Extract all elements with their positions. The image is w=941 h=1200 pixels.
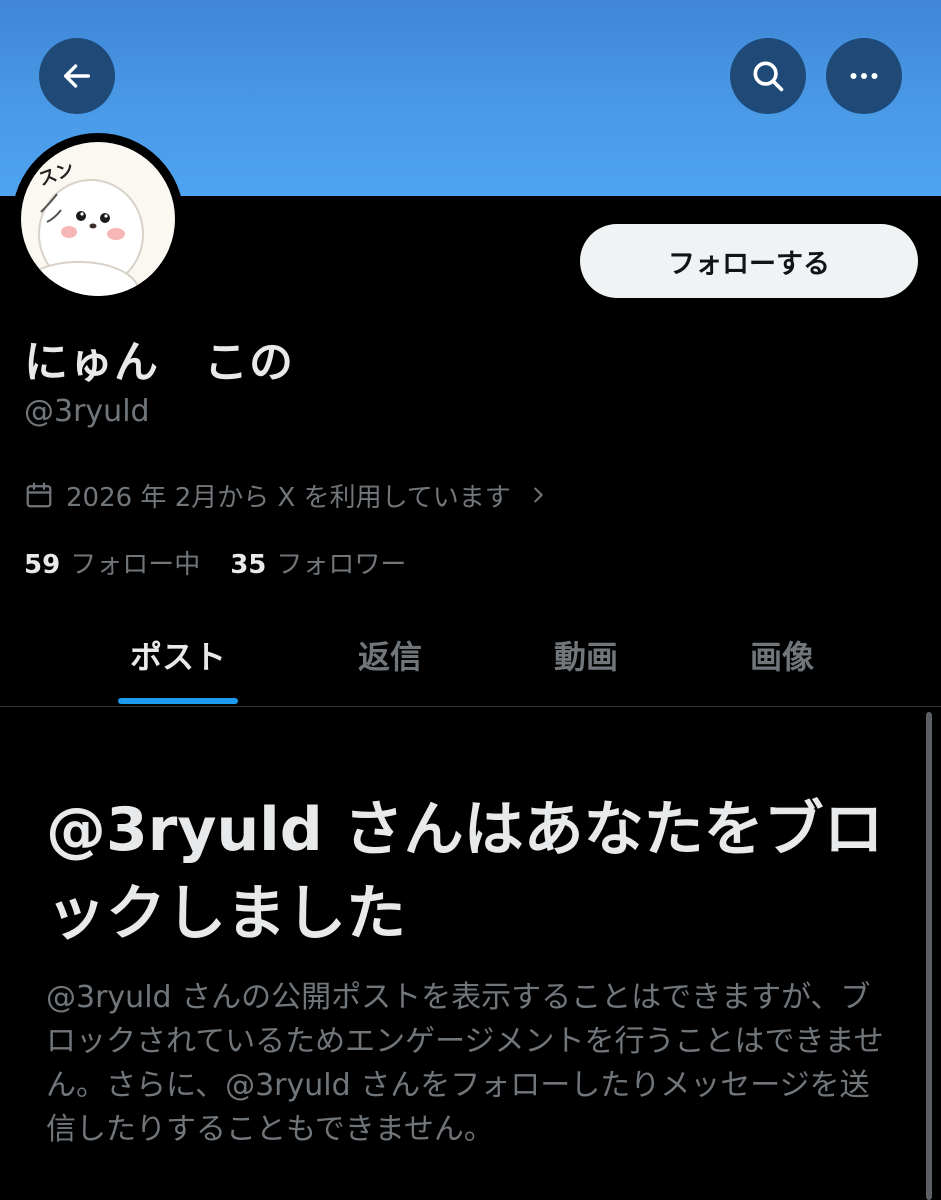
followers-count: 35 (230, 550, 267, 580)
follow-button[interactable]: フォローする (580, 224, 918, 298)
display-name: にゅん この (24, 337, 294, 388)
following-stat[interactable]: 59 フォロー中 (24, 544, 200, 581)
follow-stats: 59 フォロー中 35 フォロワー (24, 544, 406, 581)
avatar[interactable]: スン (12, 133, 184, 305)
following-label: フォロー中 (70, 550, 201, 580)
followers-stat[interactable]: 35 フォロワー (230, 544, 406, 581)
search-icon (753, 61, 784, 92)
tab-replies[interactable]: 返信 (292, 604, 488, 706)
chevron-right-icon (534, 487, 543, 503)
blocked-description: @3ryuld さんの公開ポストを表示することはできますが、ブロックされているた… (46, 980, 884, 1147)
more-horizontal-icon (850, 73, 878, 79)
scrollbar[interactable] (926, 712, 932, 1200)
joined-date-text: 2026 年 2月から X を利用しています (66, 482, 511, 513)
active-tab-indicator (118, 698, 238, 704)
tab-videos[interactable]: 動画 (488, 604, 684, 706)
blocked-title: @3ryuld さんはあなたをブロックしました (46, 795, 884, 949)
followers-label: フォロワー (276, 550, 407, 580)
tab-images[interactable]: 画像 (684, 604, 880, 706)
tab-posts[interactable]: ポスト (80, 604, 276, 706)
joined-date-row[interactable]: 2026 年 2月から X を利用しています (24, 476, 549, 514)
back-button[interactable] (39, 38, 115, 114)
following-count: 59 (24, 550, 61, 580)
search-button[interactable] (730, 38, 806, 114)
calendar-icon (26, 482, 52, 508)
profile-tabs: ポスト 返信 動画 画像 (0, 604, 941, 707)
handle: @3ryuld (24, 394, 150, 429)
more-button[interactable] (826, 38, 902, 114)
arrow-left-icon (63, 64, 91, 88)
avatar-image: スン (21, 142, 175, 296)
